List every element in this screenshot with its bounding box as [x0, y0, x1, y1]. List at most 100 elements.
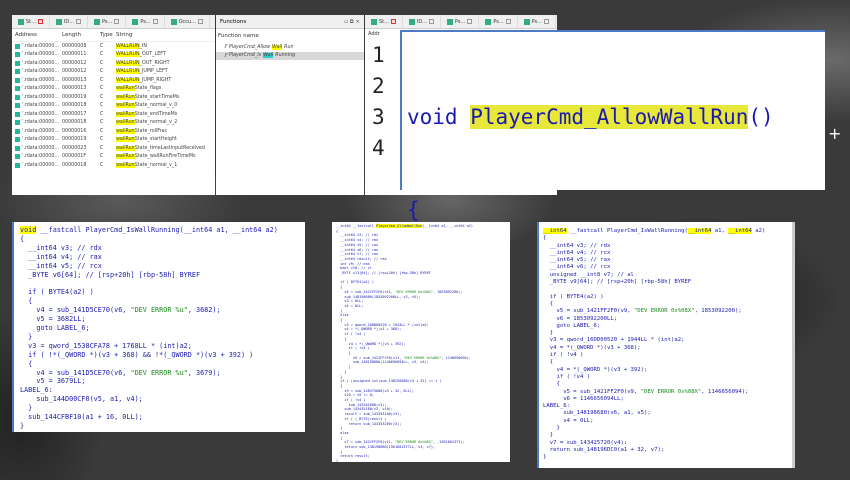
address: '.rdata:00000... — [22, 128, 59, 134]
table-row[interactable]: '.rdata:00000... 00000018 CwallRun State_no… — [12, 161, 215, 170]
table-row[interactable]: '.rdata:00000... 00000013 C WALLRUN _JUMP_RI… — [12, 76, 215, 85]
table-row[interactable]: '.rdata:00000... 00000019 CwallRun State_st… — [12, 136, 215, 145]
string-icon — [15, 103, 20, 109]
string-icon — [15, 60, 20, 66]
close-tab-icon[interactable] — [543, 19, 549, 24]
tab-icon — [447, 18, 453, 25]
address: '.rdata:00000... — [22, 120, 59, 126]
code-line: sub_148198680(v6, a1, v5); — [543, 410, 651, 417]
function-item[interactable]: 𝑻 PlayerCmd_Is Wall Running — [216, 51, 364, 60]
cell: C — [100, 128, 104, 134]
code-line: { — [543, 381, 560, 388]
function-item[interactable]: 𝑻 PlayerCmd_Allow Wall Run — [216, 43, 364, 52]
table-row[interactable]: '.rdata:00000... 00000017 CwallRun State_en… — [12, 110, 215, 119]
string-icon — [15, 145, 20, 151]
string-rest: State_rollFrac — [134, 128, 168, 134]
address: '.rdata:00000... — [22, 77, 59, 83]
strings-header: Address Length Type String — [12, 29, 215, 42]
cell: 00000013 — [62, 77, 87, 83]
string-rest: State_endTimeMs — [134, 111, 178, 117]
table-row[interactable]: '.rdata:00000... 00000012 C WALLRUN _JUMP_LE… — [12, 68, 215, 77]
code-line: } — [20, 332, 33, 341]
code-line: __int64 v3; // rdx — [20, 243, 102, 252]
address: '.rdata:00000... — [22, 145, 59, 151]
cell: 00000019 — [62, 94, 87, 100]
code-line: if ( BYTE4(a2) ) — [20, 288, 94, 297]
tab-icon — [408, 18, 415, 25]
window-controls[interactable]: ▫ ⧉ × — [344, 19, 360, 25]
tab[interactable]: Ps... — [479, 15, 518, 28]
code-line: v4 = 0LL; — [543, 417, 594, 424]
table-row[interactable]: '.rdata:00000... 00000019 CwallRun State_st… — [12, 93, 215, 102]
close-tab-icon[interactable] — [505, 19, 511, 24]
string-match: wallRun — [116, 94, 135, 100]
fn-part: PlayerCmd_Is — [228, 53, 262, 59]
cell: C — [100, 86, 104, 92]
address: '.rdata:00000... — [22, 43, 59, 49]
tab-label: ID... — [416, 18, 427, 25]
cell: C — [100, 43, 104, 49]
string-match: wallRun — [116, 154, 135, 160]
address-cell: '.rdata:00000... — [15, 86, 62, 92]
close-tab-icon[interactable] — [114, 19, 120, 24]
cell: C — [100, 94, 104, 100]
tab[interactable]: St... — [12, 15, 50, 28]
functions-title: Functions — [220, 19, 247, 25]
cell: C — [100, 52, 104, 58]
close-tab-icon[interactable] — [152, 19, 158, 24]
tab[interactable]: St... — [365, 15, 403, 28]
address-cell: '.rdata:00000... — [15, 69, 62, 75]
code-line: } — [20, 404, 33, 413]
tab[interactable]: Ps... — [518, 15, 556, 28]
tab[interactable]: Ps... — [126, 15, 165, 28]
string-icon — [15, 43, 20, 49]
code-line: v5 = sub_1421FF2F0(v9, "DEV ERROR 0x%08X… — [543, 308, 742, 315]
string-icon — [15, 120, 20, 126]
table-row[interactable]: '.rdata:00000... 00000018 CwallRun State_no… — [12, 119, 215, 128]
string-icon — [15, 162, 20, 168]
string-rest: State_normal_v_2 — [134, 120, 178, 126]
tab[interactable]: ID... — [403, 15, 441, 28]
string-icon — [15, 137, 20, 143]
cell: 00000013 — [62, 86, 87, 92]
cell: C — [100, 145, 104, 151]
code-line: } — [543, 330, 554, 337]
tab[interactable]: Ps... — [88, 15, 127, 28]
table-row[interactable]: '.rdata:00000... 00000023 CwallRun State_ti… — [12, 144, 215, 153]
table-row[interactable]: '.rdata:00000... 00000008 C WALLRUN _IN — [12, 42, 215, 51]
close-tab-icon[interactable] — [37, 19, 43, 24]
close-tab-icon[interactable] — [198, 19, 203, 24]
code-line: __int64 v4; // rcx — [543, 249, 611, 256]
table-row[interactable]: '.rdata:00000... 00000011 C WALLRUN _OUT_LEF… — [12, 51, 215, 60]
code-line: _BYTE v9[64]; // [rsp+20h] [rbp-58h] BYR… — [543, 279, 692, 286]
fn-part: Wall — [263, 53, 274, 59]
string-rest: _JUMP_LEFT — [139, 69, 168, 75]
close-tab-icon[interactable] — [390, 19, 396, 24]
table-row[interactable]: '.rdata:00000... 00000013 CwallRun State_fl… — [12, 85, 215, 94]
function-name[interactable]: PlayerCmd_AllowWallRun — [470, 105, 749, 129]
code-panel-middle: __int64 __fastcall PlayerCmd_AllowWallRu… — [332, 222, 510, 462]
code-line: _BYTE v6[64]; // [rsp+20h] [rbp-58h] BYR… — [20, 270, 201, 279]
tab[interactable]: Occu... — [165, 15, 210, 28]
address-cell: '.rdata:00000... — [15, 120, 62, 126]
table-row[interactable]: '.rdata:00000... 00000018 CwallRun State_no… — [12, 102, 215, 111]
string-icon — [15, 111, 20, 117]
string-match: wallRun — [116, 137, 135, 143]
table-row[interactable]: '.rdata:00000... 00000016 CwallRun State_ro… — [12, 127, 215, 136]
string-rest: State_wallRunFireTimeMs — [134, 154, 196, 160]
table-row[interactable]: '.rdata:00000... 00000012 C WALLRUN _OUT_RIG… — [12, 59, 215, 68]
close-tab-icon[interactable] — [467, 19, 473, 24]
table-row[interactable]: '.rdata:00000... 0000001F CwallRun State_wa… — [12, 153, 215, 162]
close-tab-icon[interactable] — [429, 19, 434, 24]
cell: C — [100, 103, 104, 109]
close-tab-icon[interactable] — [76, 19, 81, 24]
address-cell: '.rdata:00000... — [15, 162, 62, 168]
cell: C — [100, 162, 104, 168]
zoomed-pseudocode: 1 2 3 4 void PlayerCmd_AllowWallRun() { … — [372, 30, 825, 408]
cell: 00000018 — [62, 120, 87, 126]
code-line: if ( BYTE4(a2) ) — [543, 293, 604, 300]
tab[interactable]: ID... — [50, 15, 88, 28]
tab[interactable]: Ps... — [441, 15, 480, 28]
cell: 00000023 — [62, 145, 87, 151]
line-numbers: 1 2 3 4 — [372, 43, 385, 160]
